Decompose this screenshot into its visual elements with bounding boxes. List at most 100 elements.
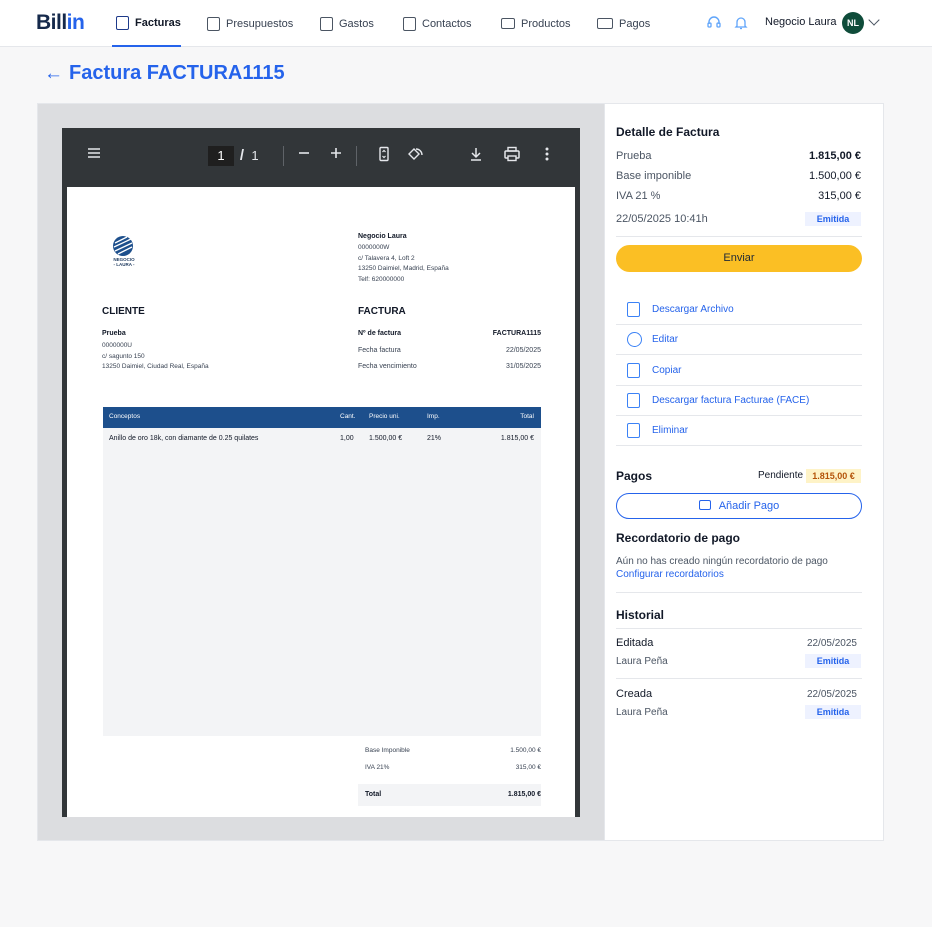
copy-action[interactable]: Copiar (616, 356, 862, 386)
download-icon[interactable] (467, 146, 485, 168)
menu-icon[interactable] (85, 146, 103, 166)
issuer-address: c/ Talavera 4, Loft 2 (358, 255, 415, 262)
zoom-in-icon[interactable] (327, 146, 345, 166)
col-precio: Precio uni. (369, 413, 400, 420)
issuer-name: Negocio Laura (358, 233, 407, 240)
facturae-file-icon (627, 393, 640, 408)
payments-title: Pagos (616, 469, 653, 483)
toolbar-divider (283, 146, 284, 166)
detail-base-label: Base imponible (616, 170, 692, 182)
nav-productos-label: Productos (521, 17, 571, 30)
negocio-laura-logo-icon (111, 234, 135, 258)
nav-productos[interactable]: Productos (501, 0, 571, 47)
zoom-out-icon[interactable] (295, 146, 313, 166)
nav-facturas-label: Facturas (135, 16, 181, 29)
detail-iva-value: 315,00 € (818, 190, 861, 202)
client-address: c/ sagunto 150 (102, 353, 145, 360)
row-qty: 1,00 (340, 435, 354, 442)
col-conceptos: Conceptos (109, 413, 141, 420)
total-pages: 1 (251, 148, 259, 163)
payments-amount-badge: 1.815,00 € (806, 469, 861, 483)
invoice-logo-text: NEGOCIO - LAURA - (113, 257, 135, 267)
user-name[interactable]: Negocio Laura (765, 16, 837, 28)
quote-icon (207, 16, 220, 31)
invoice-date-label: Fecha factura (358, 347, 401, 354)
base-imponible-label: Base Imponible (365, 747, 410, 754)
invoice-due-value: 31/05/2025 (505, 363, 541, 370)
nav-contactos[interactable]: Contactos (403, 0, 472, 47)
delete-action[interactable]: Eliminar (616, 416, 862, 446)
payments-status: Pendiente (758, 470, 804, 481)
billin-logo[interactable]: Billin (36, 11, 85, 35)
history-user: Laura Peña (616, 707, 668, 718)
detail-iva-label: IVA 21 % (616, 190, 661, 202)
page-title: Factura FACTURA1115 (69, 62, 285, 84)
contacts-icon (403, 16, 416, 31)
delete-label: Eliminar (652, 425, 689, 436)
reminder-text: Aún no has creado ningún recordatorio de… (616, 556, 828, 567)
add-payment-button[interactable]: Añadir Pago (616, 493, 862, 519)
copy-icon (627, 363, 640, 378)
issuer-tax-id: 0000000W (358, 244, 390, 251)
page-number-input[interactable]: 1 (208, 146, 234, 166)
page-separator: / (239, 147, 245, 164)
print-icon[interactable] (502, 146, 522, 168)
history-date: 22/05/2025 (806, 638, 857, 649)
download-file-action[interactable]: Descargar Archivo (616, 295, 862, 325)
detail-client-label: Prueba (616, 150, 652, 162)
support-headset-icon[interactable] (706, 15, 722, 31)
client-heading: CLIENTE (102, 306, 145, 317)
edit-action[interactable]: Editar (616, 325, 862, 355)
detail-base-value: 1.500,00 € (809, 170, 861, 182)
iva-value: 315,00 € (515, 764, 541, 771)
edit-label: Editar (652, 334, 679, 345)
invoice-number-label: Nº de factura (358, 330, 402, 337)
download-facturae-action[interactable]: Descargar factura Facturae (FACE) (616, 386, 862, 416)
history-action: Creada (616, 688, 653, 700)
history-user: Laura Peña (616, 656, 668, 667)
client-name: Prueba (102, 330, 126, 337)
enviar-button[interactable]: Enviar (616, 245, 862, 272)
add-payment-label: Añadir Pago (718, 500, 780, 512)
nav-pagos[interactable]: Pagos (597, 0, 650, 47)
logo-text: Bill (36, 11, 67, 34)
invoice-heading: FACTURA (358, 306, 406, 317)
fit-page-icon[interactable] (376, 146, 392, 168)
rotate-icon[interactable] (407, 146, 425, 168)
download-file-label: Descargar Archivo (652, 304, 734, 315)
base-imponible-value: 1.500,00 € (510, 747, 541, 754)
back-arrow-icon[interactable]: ← (44, 63, 63, 85)
total-value: 1.815,00 € (507, 791, 541, 798)
detail-client-total: 1.815,00 € (809, 150, 861, 162)
invoice-due-label: Fecha vencimiento (358, 363, 417, 370)
pdf-file-icon (627, 302, 640, 317)
nav-gastos-label: Gastos (339, 17, 374, 30)
chevron-down-icon[interactable] (868, 14, 880, 26)
divider (616, 592, 862, 593)
status-badge: Emitida (805, 212, 861, 226)
nav-pagos-label: Pagos (619, 17, 651, 30)
row-concept: Anillo de oro 18k, con diamante de 0.25 … (109, 435, 259, 442)
col-total: Total (520, 413, 534, 420)
avatar[interactable]: NL (842, 12, 864, 34)
nav-presupuestos-label: Presupuestos (226, 17, 294, 30)
issuer-city: 13250 Daimiel, Madrid, España (358, 265, 449, 272)
detail-datetime: 22/05/2025 10:41h (616, 213, 708, 225)
detail-title: Detalle de Factura (616, 125, 720, 139)
history-action: Editada (616, 637, 654, 649)
nav-gastos[interactable]: Gastos (320, 0, 374, 47)
history-status-badge: Emitida (805, 654, 861, 668)
download-facturae-label: Descargar factura Facturae (FACE) (652, 395, 810, 406)
nav-facturas[interactable]: Facturas (112, 0, 181, 47)
bell-icon[interactable] (733, 15, 749, 31)
configure-reminders-link[interactable]: Configurar recordatorios (616, 569, 724, 580)
expenses-icon (320, 16, 333, 31)
payments-icon (597, 18, 613, 29)
nav-presupuestos[interactable]: Presupuestos (207, 0, 293, 47)
col-cantidad: Cant. (340, 413, 356, 420)
divider (616, 236, 862, 237)
col-impuesto: Imp. (427, 413, 440, 420)
more-options-icon[interactable] (540, 146, 554, 168)
row-price: 1.500,00 € (369, 435, 403, 442)
history-title: Historial (616, 608, 665, 622)
